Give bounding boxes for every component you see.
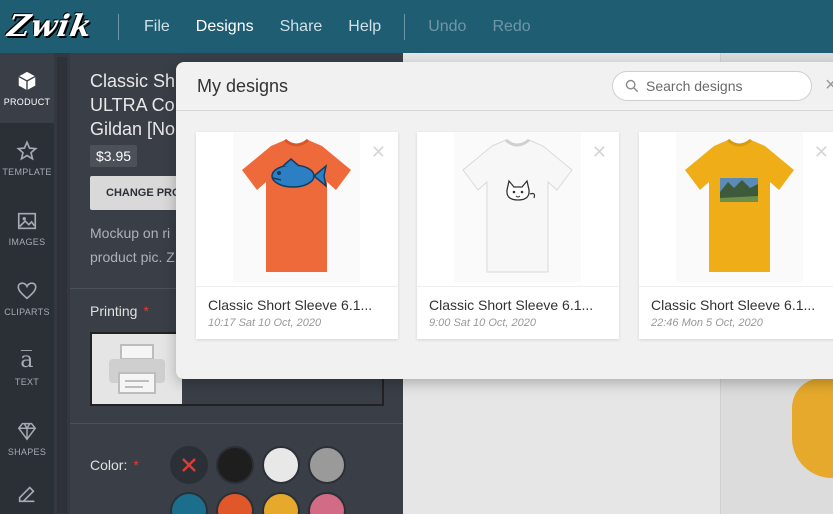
menu-file[interactable]: File [131, 18, 183, 36]
diamond-icon [17, 422, 37, 440]
my-designs-modal: My designs × ✕ Classic Short Sle [176, 62, 833, 379]
delete-design-icon[interactable]: ✕ [371, 142, 386, 163]
printing-label-text: Printing [90, 303, 138, 319]
design-card[interactable]: ✕ Classic Short Sleeve 6.1... 9:00 Sat 1… [417, 132, 619, 339]
rail-item-edit[interactable] [0, 473, 54, 513]
top-bar: Zwik File Designs Share Help Undo Redo [0, 0, 833, 53]
design-thumbnail [233, 132, 360, 282]
heart-icon [17, 281, 37, 299]
color-label: Color: * [90, 457, 139, 473]
rail-item-images[interactable]: IMAGES [0, 193, 54, 263]
rail-label: SHAPES [7, 446, 47, 457]
rail-label: CLIPARTS [4, 306, 50, 317]
price-badge: $3.95 [90, 145, 138, 167]
panel-scrollbar[interactable] [54, 53, 70, 514]
swatch-none[interactable] [170, 446, 208, 484]
menu-divider [404, 13, 406, 40]
star-icon [16, 139, 38, 161]
swatch-blue[interactable] [170, 492, 208, 514]
card-footer: Classic Short Sleeve 6.1... 22:46 Mon 5 … [639, 286, 833, 339]
divider [70, 423, 403, 424]
color-label-text: Color: [90, 457, 128, 473]
swatch-gold[interactable] [262, 492, 300, 514]
design-card[interactable]: ✕ Classic Short Sleeve 6.1... 10:17 Sat … [196, 132, 398, 339]
logo[interactable]: Zwik [0, 0, 100, 53]
swatch-white[interactable] [262, 446, 300, 484]
design-date: 22:46 Mon 5 Oct, 2020 [651, 317, 763, 329]
printing-label: Printing * [90, 303, 149, 319]
rail-label: IMAGES [8, 236, 46, 247]
tshirt-image [685, 138, 794, 272]
delete-design-icon[interactable]: ✕ [592, 142, 607, 163]
design-card[interactable]: ✕ Classic Short Sleeve 6.1... 22:46 Mon … [639, 132, 833, 339]
rail-label: TEMPLATE [2, 166, 52, 177]
search-icon [625, 79, 639, 93]
card-footer: Classic Short Sleeve 6.1... 10:17 Sat 10… [196, 286, 398, 339]
undo-button[interactable]: Undo [415, 18, 479, 36]
rail-item-cliparts[interactable]: CLIPARTS [0, 263, 54, 333]
design-name: Classic Short Sleeve 6.1... [208, 297, 373, 313]
modal-title: My designs [197, 76, 289, 96]
close-icon [182, 458, 196, 472]
rail-label: TEXT [14, 376, 40, 387]
card-footer: Classic Short Sleeve 6.1... 9:00 Sat 10 … [417, 286, 619, 339]
design-thumbnail [676, 132, 803, 282]
text-icon: a̅ [20, 347, 34, 373]
cube-icon [18, 71, 36, 90]
rail-item-product[interactable]: PRODUCT [0, 53, 54, 123]
swatch-gray[interactable] [308, 446, 346, 484]
rail-item-text[interactable]: a̅ TEXT [0, 333, 54, 403]
design-thumbnail [454, 132, 581, 282]
menu-designs[interactable]: Designs [183, 18, 267, 36]
design-date: 9:00 Sat 10 Oct, 2020 [429, 317, 537, 329]
printer-thumbnail [92, 334, 182, 404]
tshirt-image [242, 138, 351, 272]
rail-label: PRODUCT [3, 96, 51, 107]
design-name: Classic Short Sleeve 6.1... [429, 297, 594, 313]
tshirt-image [462, 138, 573, 273]
printer-icon [109, 344, 165, 394]
swatch-black[interactable] [216, 446, 254, 484]
scrollbar-thumb[interactable] [57, 57, 67, 513]
pencil-icon [18, 486, 35, 503]
swatch-pink[interactable] [308, 492, 346, 514]
redo-button[interactable]: Redo [479, 18, 543, 36]
tool-rail: PRODUCT TEMPLATE IMAGES CLIPARTS a̅ TEXT… [0, 53, 54, 514]
delete-design-icon[interactable]: ✕ [814, 142, 829, 163]
required-mark: * [133, 457, 139, 473]
required-mark: * [143, 303, 149, 319]
logo-text: Zwik [4, 9, 96, 44]
swatch-orange[interactable] [216, 492, 254, 514]
modal-header: My designs × [176, 62, 833, 111]
menu-divider [118, 13, 119, 40]
photo-print [720, 178, 758, 202]
design-date: 10:17 Sat 10 Oct, 2020 [208, 317, 322, 329]
design-name: Classic Short Sleeve 6.1... [651, 297, 816, 313]
menu-share[interactable]: Share [267, 18, 336, 36]
search-input[interactable] [646, 78, 796, 94]
image-icon [17, 212, 37, 229]
search-box[interactable] [612, 71, 812, 101]
menu-help[interactable]: Help [335, 18, 394, 36]
rail-item-shapes[interactable]: SHAPES [0, 403, 54, 473]
close-icon[interactable]: × [825, 74, 833, 97]
rail-item-template[interactable]: TEMPLATE [0, 123, 54, 193]
